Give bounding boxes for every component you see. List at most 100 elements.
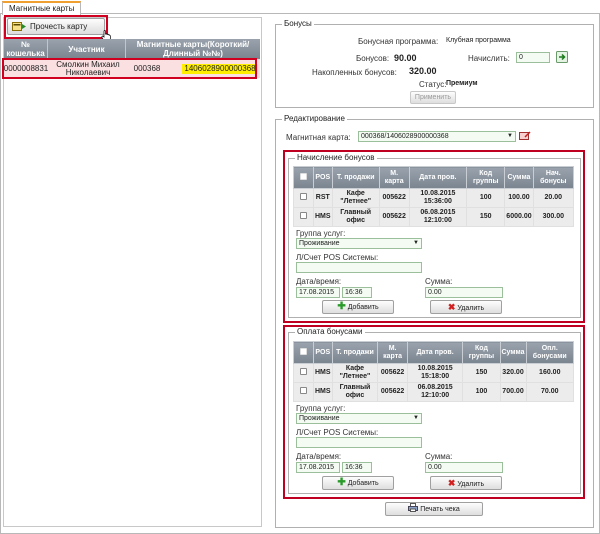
accrual-add-button[interactable]: ✚ Добавить <box>322 300 394 314</box>
accrual-header-date: Дата пров. <box>408 166 468 189</box>
card-cell: 005622 <box>377 363 408 383</box>
card-cell: 005622 <box>378 207 410 227</box>
table-row[interactable]: HMS Кафе "Летнее" 005622 10.08.2015 15:1… <box>293 363 575 383</box>
payment-datetime-label: Дата/время: <box>296 452 342 461</box>
row-checkbox[interactable] <box>300 212 307 219</box>
chevron-down-icon: ▼ <box>507 133 513 139</box>
pos-cell: HMS <box>313 363 333 383</box>
payment-header-pos: POS <box>313 341 333 364</box>
accrue-input[interactable]: 0 <box>516 52 550 63</box>
place-cell: Кафе "Летнее" <box>331 188 380 208</box>
payment-time-input[interactable]: 16:36 <box>342 462 372 473</box>
date-cell: 06.08.2015 12:10:00 <box>408 207 468 227</box>
bonuses-legend: Бонусы <box>282 19 314 29</box>
print-receipt-button[interactable]: Печать чека <box>385 502 483 516</box>
accrual-header-sum: Сумма <box>504 166 534 189</box>
col-wallet: № кошелька <box>4 39 48 59</box>
apply-button[interactable]: Применить <box>410 91 456 104</box>
date-cell: 10.08.2015 15:18:00 <box>406 363 464 383</box>
col-cards: Магнитные карты(Короткий/Длинный №№) <box>136 40 250 58</box>
accumulated-value: 320.00 <box>409 66 437 76</box>
table-row[interactable]: HMS Главный офис 005622 06.08.2015 12:10… <box>293 382 575 402</box>
chevron-down-icon: ▼ <box>413 415 419 421</box>
plus-icon: ✚ <box>337 301 346 312</box>
bonuses-value: 90.00 <box>394 53 417 63</box>
plus-icon: ✚ <box>337 477 346 488</box>
code-cell: 150 <box>462 363 501 383</box>
payment-delete-button[interactable]: ✖ Удалить <box>430 476 502 490</box>
status-value: Премиум <box>446 80 478 87</box>
bonus-cell: 300.00 <box>532 207 575 227</box>
payment-group-value: Проживание <box>299 415 340 422</box>
pos-cell: HMS <box>313 382 333 402</box>
sum-cell: 320.00 <box>499 363 527 383</box>
row-checkbox[interactable] <box>300 387 307 394</box>
payment-header-card: М. карта <box>377 341 408 364</box>
payment-header-date: Дата пров. <box>406 341 464 364</box>
accrual-group-select[interactable]: Проживание ▼ <box>296 238 422 249</box>
sum-cell: 100.00 <box>504 188 534 208</box>
payment-add-button[interactable]: ✚ Добавить <box>322 476 394 490</box>
payment-delete-label: Удалить <box>457 481 485 488</box>
code-cell: 100 <box>462 382 501 402</box>
accumulated-label: Накопленных бонусов: <box>312 68 397 77</box>
accrual-add-label: Добавить <box>347 304 379 311</box>
tab-magnetic-cards[interactable]: Магнитные карты <box>2 1 82 15</box>
print-receipt-label: Печать чека <box>420 506 460 513</box>
pos-cell: RST <box>313 188 333 208</box>
card-select[interactable]: 000368/1406028900000368 ▼ <box>358 131 516 142</box>
accrual-header-bonus: Нач. бонусы <box>532 166 575 189</box>
place-cell: Главный офис <box>331 207 380 227</box>
payment-header-bonus: Опл. бонусами <box>525 341 575 364</box>
cards-table-header: № кошелька Участник Магнитные карты(Коро… <box>4 39 260 59</box>
accrual-account-input[interactable] <box>296 262 422 273</box>
payment-legend: Оплата бонусами <box>295 327 365 337</box>
read-button-highlight <box>4 15 108 39</box>
accrual-group-label: Группа услуг: <box>296 229 346 238</box>
payment-account-label: Л/Счет POS Системы: <box>296 428 379 437</box>
accrue-label: Начислить: <box>468 54 510 63</box>
accrual-date-input[interactable]: 17.08.2015 <box>296 287 340 298</box>
col-member: Участник <box>48 39 126 59</box>
accrual-group-value: Проживание <box>299 240 340 247</box>
payment-date-input[interactable]: 17.08.2015 <box>296 462 340 473</box>
payment-account-input[interactable] <box>296 437 422 448</box>
program-label: Бонусная программа: <box>358 37 439 46</box>
accrual-delete-button[interactable]: ✖ Удалить <box>430 300 502 314</box>
accrual-header-place: Т. продажи <box>331 166 380 189</box>
status-label: Статус: <box>419 80 447 89</box>
accrual-time-input[interactable]: 16:36 <box>342 287 372 298</box>
payment-header-place: Т. продажи <box>331 341 379 364</box>
card-label: Магнитная карта: <box>286 133 351 142</box>
table-row[interactable]: RST Кафе "Летнее" 005622 10.08.2015 15:3… <box>293 188 575 208</box>
sum-cell: 6000.00 <box>504 207 534 227</box>
payment-group-select[interactable]: Проживание ▼ <box>296 413 422 424</box>
pos-cell: HMS <box>313 207 333 227</box>
bonuses-label: Бонусов: <box>356 54 390 63</box>
bonus-cell: 20.00 <box>532 188 575 208</box>
payment-sum-input[interactable]: 0.00 <box>425 462 503 473</box>
date-cell: 10.08.2015 15:36:00 <box>408 188 468 208</box>
table-row[interactable]: HMS Главный офис 005622 06.08.2015 12:10… <box>293 207 575 227</box>
accrual-header-code: Код группы <box>466 166 506 189</box>
card-edit-icon[interactable] <box>519 130 531 142</box>
tab-strip: Магнитные карты <box>0 0 600 15</box>
payment-add-label: Добавить <box>347 480 379 487</box>
select-all-checkbox[interactable] <box>300 172 307 180</box>
row-checkbox[interactable] <box>300 368 307 375</box>
payment-header-sum: Сумма <box>499 341 527 364</box>
card-cell: 005622 <box>377 382 408 402</box>
card-select-value: 000368/1406028900000368 <box>361 133 449 140</box>
payment-sum-label: Сумма: <box>425 452 453 461</box>
accrual-legend: Начисление бонусов <box>295 153 377 163</box>
payment-table: POS Т. продажи М. карта Дата пров. Код г… <box>293 341 575 402</box>
place-cell: Главный офис <box>331 382 379 402</box>
apply-arrow-icon[interactable] <box>556 51 568 63</box>
row-checkbox[interactable] <box>300 193 307 200</box>
select-all-checkbox[interactable] <box>300 347 307 355</box>
accrual-sum-input[interactable]: 0.00 <box>425 287 503 298</box>
program-value: Клубная программа <box>446 37 511 44</box>
bonus-cell: 160.00 <box>525 363 575 383</box>
code-cell: 100 <box>466 188 506 208</box>
date-cell: 06.08.2015 12:10:00 <box>406 382 464 402</box>
